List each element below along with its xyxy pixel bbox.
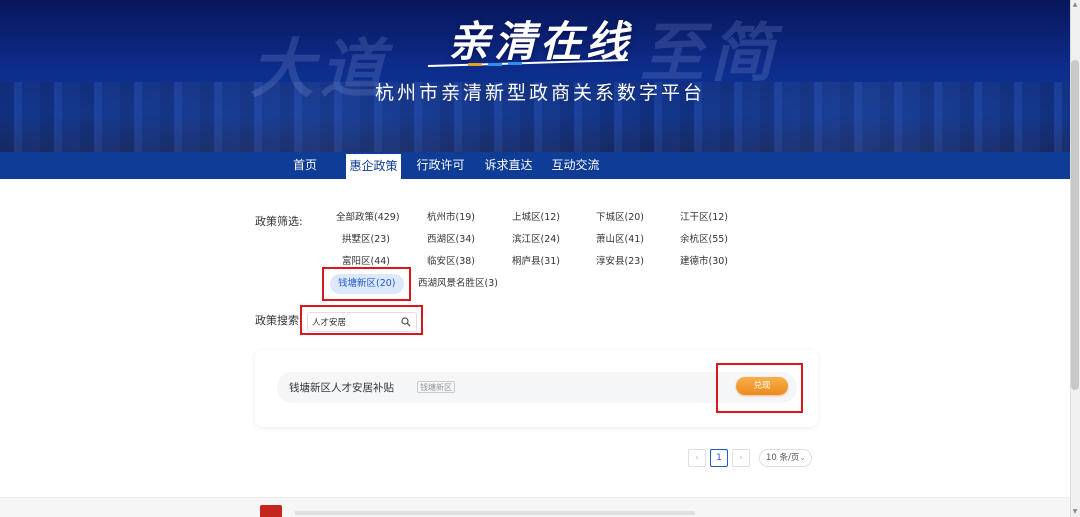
filter-label: 政策筛选: [255,215,303,228]
filter-item[interactable]: 淳安县(23) [596,252,644,272]
filter-item[interactable]: 桐庐县(31) [512,252,560,272]
filter-item[interactable]: 萧山区(41) [596,230,644,250]
filter-item[interactable]: 临安区(38) [427,252,475,272]
chevron-down-icon: ⌄ [799,453,806,462]
nav-item-policies[interactable]: 惠企政策 [346,154,401,179]
highlight-box-filter [322,267,411,301]
filter-item[interactable]: 滨江区(24) [512,230,560,250]
filter-item[interactable]: 西湖区(34) [427,230,475,250]
filter-item[interactable]: 西湖风景名胜区(3) [418,274,498,294]
filter-item[interactable]: 建德市(30) [680,252,728,272]
page-size-value: 10 条/页 [766,453,800,463]
scrollbar-thumb[interactable] [1071,60,1079,390]
highlight-box-redeem [716,363,803,413]
site-subtitle: 杭州市亲清新型政商关系数字平台 [374,82,705,104]
policy-region-tag: 钱塘新区 [417,381,455,393]
nav-item-permits[interactable]: 行政许可 [413,152,468,179]
nav-item-interaction[interactable]: 互动交流 [548,152,603,179]
filter-item[interactable]: 全部政策(429) [336,208,400,228]
filter-item[interactable]: 拱墅区(23) [342,230,390,250]
scrollbar[interactable]: ▲ ▼ [1070,0,1080,517]
pager-prev-button[interactable]: ‹ [688,449,706,467]
scroll-up-icon[interactable]: ▲ [1071,1,1079,9]
pager-page-1[interactable]: 1 [710,449,728,467]
filter-item[interactable]: 杭州市(19) [427,208,475,228]
page-size-select[interactable]: 10 条/页 ⌄ [759,449,812,467]
emblem-icon [260,505,282,517]
highlight-box-search [300,305,423,335]
nav-item-home[interactable]: 首页 [280,152,330,179]
search-label: 政策搜索: [255,314,303,327]
logo-underline-decoration [428,59,628,67]
filter-item[interactable]: 江干区(12) [680,208,728,228]
nav-item-appeals[interactable]: 诉求直达 [481,152,536,179]
footer-text [295,511,695,515]
scroll-down-icon[interactable]: ▼ [1071,508,1079,516]
pager-next-button[interactable]: › [732,449,750,467]
header-banner: 大道 至简 亲清在线 杭州市亲清新型政商关系数字平台 [0,0,1080,152]
filter-item[interactable]: 上城区(12) [512,208,560,228]
main-content: 政策筛选: 全部政策(429) 杭州市(19) 上城区(12) 下城区(20) … [0,179,1080,517]
filter-item[interactable]: 余杭区(55) [680,230,728,250]
policy-title[interactable]: 钱塘新区人才安居补贴 [289,380,394,395]
filter-item[interactable]: 下城区(20) [596,208,644,228]
main-nav: 首页 惠企政策 行政许可 诉求直达 互动交流 [0,152,1080,179]
